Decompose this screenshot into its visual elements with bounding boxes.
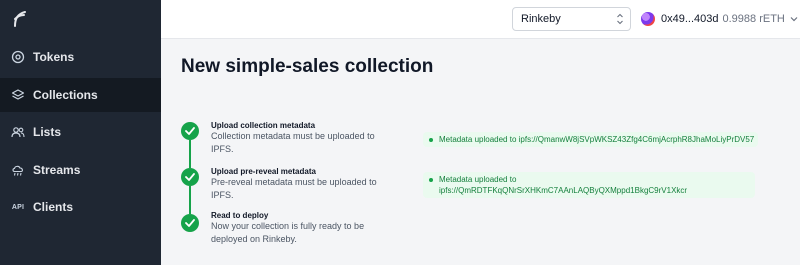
api-icon: API bbox=[11, 203, 25, 211]
step-title: Upload pre-reveal metadata bbox=[211, 167, 316, 176]
check-icon bbox=[181, 214, 199, 232]
chevron-down-icon bbox=[790, 17, 798, 22]
status-badge: Metadata uploaded to ipfs://QmanwW8jSVpW… bbox=[423, 132, 758, 147]
account-address: 0x49...403d bbox=[661, 13, 719, 25]
sidebar-item-label: Streams bbox=[33, 163, 81, 177]
check-icon bbox=[181, 122, 199, 140]
sidebar-item-clients[interactable]: API Clients bbox=[0, 190, 161, 224]
cloud-rain-icon bbox=[11, 163, 25, 177]
status-text: Metadata uploaded to ipfs://QmRDTFKqQNrS… bbox=[439, 175, 688, 195]
account-menu[interactable]: 0x49...403d 0.9988 rETH bbox=[641, 10, 798, 28]
avatar bbox=[641, 12, 655, 26]
network-select[interactable]: Rinkeby bbox=[512, 7, 631, 31]
sidebar-item-lists[interactable]: Lists bbox=[0, 115, 161, 149]
stack-icon bbox=[11, 88, 25, 102]
step-connector bbox=[189, 140, 191, 168]
status-badge: Metadata uploaded to ipfs://QmRDTFKqQNrS… bbox=[423, 172, 755, 198]
status-dot-icon bbox=[429, 138, 433, 142]
step-description: Now your collection is fully ready to be… bbox=[211, 221, 365, 244]
step-connector bbox=[189, 186, 191, 214]
select-arrows-icon bbox=[617, 13, 623, 25]
page-title: New simple-sales collection bbox=[181, 56, 434, 77]
status-dot-icon bbox=[429, 178, 433, 182]
check-icon bbox=[181, 168, 199, 186]
sidebar-item-tokens[interactable]: Tokens bbox=[0, 40, 161, 74]
status-text: Metadata uploaded to ipfs://QmanwW8jSVpW… bbox=[439, 135, 755, 144]
network-select-value: Rinkeby bbox=[521, 13, 561, 25]
sidebar-item-label: Clients bbox=[33, 200, 74, 214]
sidebar-item-streams[interactable]: Streams bbox=[0, 153, 161, 187]
step-description: Collection metadata must be uploaded to … bbox=[211, 131, 375, 154]
step-description: Pre-reveal metadata must be uploaded to … bbox=[211, 177, 377, 200]
top-bar: Rinkeby 0x49...403d 0.9988 rETH bbox=[161, 0, 800, 39]
sidebar-item-collections[interactable]: Collections bbox=[0, 78, 161, 112]
step-title: Read to deploy bbox=[211, 211, 269, 220]
sidebar-item-label: Collections bbox=[33, 88, 98, 102]
users-icon bbox=[11, 125, 25, 139]
sidebar: Tokens Collections Lists Streams API Cli… bbox=[0, 0, 161, 265]
account-balance: 0.9988 rETH bbox=[722, 13, 785, 25]
sidebar-item-label: Lists bbox=[33, 125, 62, 139]
token-icon bbox=[11, 50, 25, 64]
step-title: Upload collection metadata bbox=[211, 121, 316, 130]
app-logo-icon[interactable] bbox=[12, 9, 28, 27]
sidebar-item-label: Tokens bbox=[33, 50, 75, 64]
